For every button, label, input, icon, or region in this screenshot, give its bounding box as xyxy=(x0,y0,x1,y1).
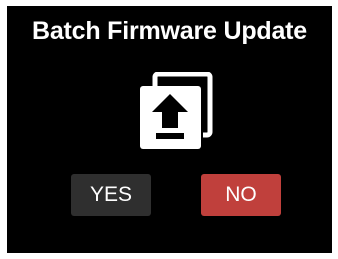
update-dialog: Batch Firmware Update YES NO xyxy=(7,6,332,253)
firmware-upload-icon xyxy=(140,72,213,149)
no-button[interactable]: NO xyxy=(201,174,281,216)
yes-button[interactable]: YES xyxy=(71,174,151,216)
dialog-title: Batch Firmware Update xyxy=(31,17,308,45)
